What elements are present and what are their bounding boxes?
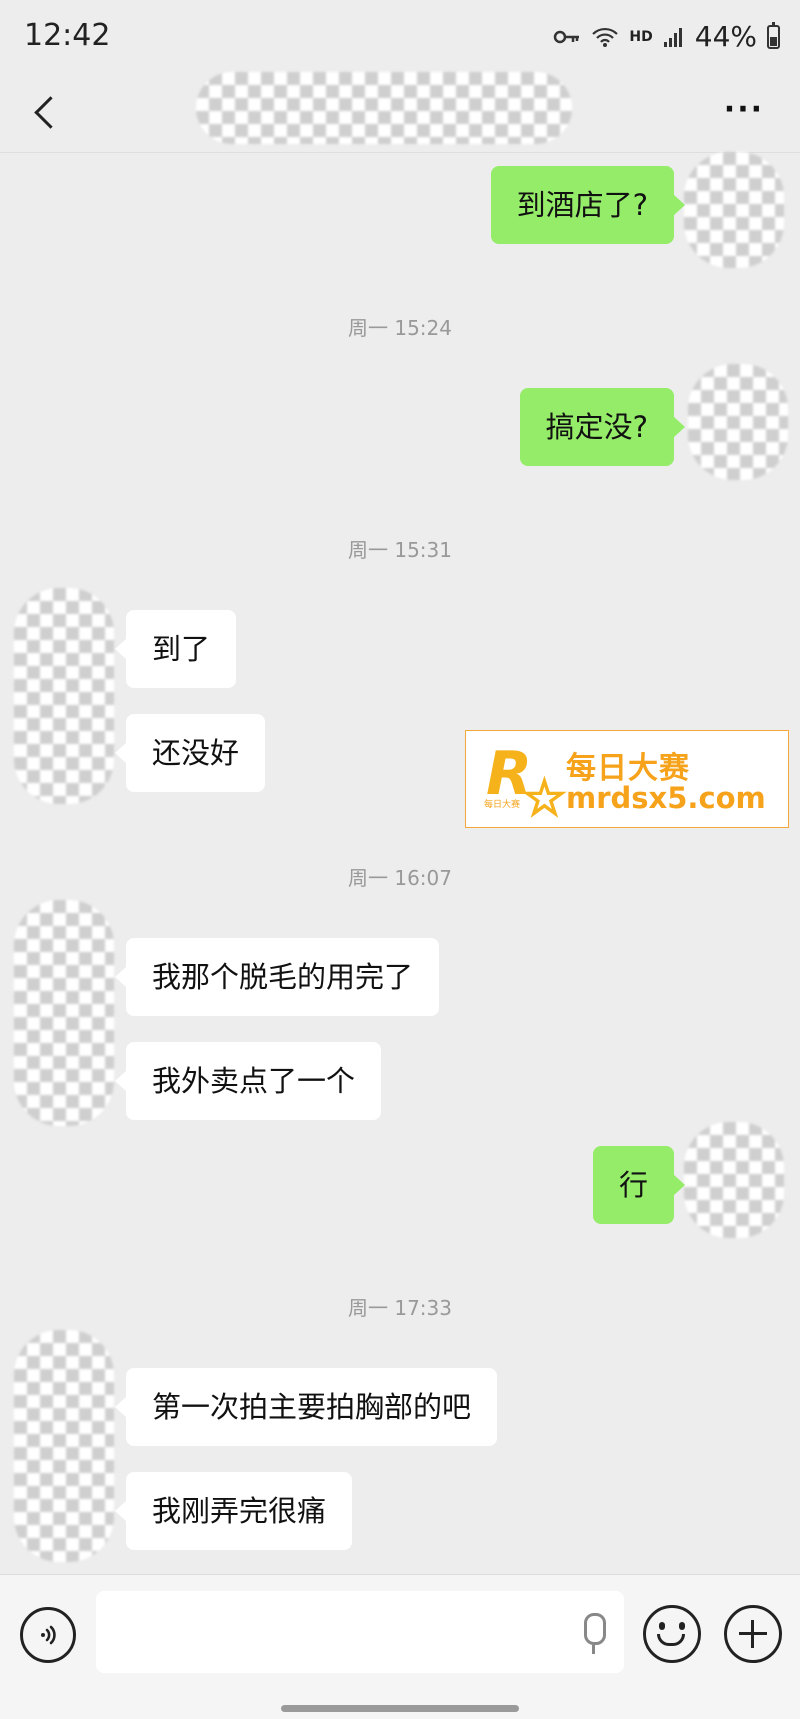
message-bubble-incoming[interactable]: 我外卖点了一个	[114, 1042, 382, 1120]
contact-avatar[interactable]	[14, 588, 114, 804]
message-input[interactable]	[96, 1591, 624, 1673]
message-bubble-outgoing[interactable]: 搞定没?	[519, 388, 686, 466]
timestamp: 周一 16:07	[348, 866, 452, 890]
message-list[interactable]: 到酒店了? 周一 15:24 搞定没? 周一 15:31 到了 还没好 周一 1…	[0, 152, 800, 1574]
clock: 12:42	[24, 18, 111, 53]
key-icon	[553, 29, 581, 45]
wifi-icon	[591, 26, 619, 48]
star-icon: ☆	[521, 768, 568, 828]
message-bubble-outgoing[interactable]: 到酒店了?	[490, 166, 686, 244]
home-indicator[interactable]	[281, 1705, 519, 1712]
contact-avatar[interactable]	[14, 1330, 114, 1562]
timestamp: 周一 17:33	[348, 1296, 452, 1320]
battery-icon	[767, 21, 780, 49]
status-bar: 12:42 HD 44%	[0, 0, 800, 72]
message-bubble-outgoing[interactable]: 行	[592, 1146, 686, 1224]
self-avatar[interactable]	[688, 364, 788, 480]
message-bubble-incoming[interactable]: 第一次拍主要拍胸部的吧	[114, 1368, 498, 1446]
timestamp: 周一 15:31	[348, 538, 452, 562]
self-avatar[interactable]	[684, 1122, 784, 1238]
message-bubble-incoming[interactable]: 还没好	[114, 714, 266, 792]
timestamp: 周一 15:24	[348, 316, 452, 340]
message-bubble-incoming[interactable]: 我那个脱毛的用完了	[114, 938, 440, 1016]
back-chevron-icon[interactable]	[26, 82, 66, 142]
microphone-icon[interactable]	[584, 1613, 606, 1654]
self-avatar[interactable]	[684, 152, 784, 268]
emoji-icon[interactable]	[643, 1605, 701, 1663]
message-bubble-incoming[interactable]: 到了	[114, 610, 237, 688]
signal-icon	[663, 26, 685, 48]
watermark-small-text: 每日大赛	[484, 800, 521, 810]
battery-percent: 44%	[694, 20, 757, 53]
message-bubble-incoming[interactable]: 我刚弄完很痛	[114, 1472, 353, 1550]
chat-header: ···	[0, 72, 800, 153]
voice-input-icon[interactable]	[20, 1607, 76, 1663]
plus-icon[interactable]	[724, 1605, 782, 1663]
watermark-logo: R ☆ 每日大赛 每日大赛 mrdsx5.com	[465, 730, 789, 828]
contact-name-mosaic	[196, 72, 572, 144]
more-options-icon[interactable]: ···	[724, 95, 764, 125]
hd-indicator: HD	[629, 28, 653, 45]
input-bar	[0, 1574, 800, 1719]
contact-avatar[interactable]	[14, 900, 114, 1126]
watermark-url: mrdsx5.com	[566, 781, 766, 815]
